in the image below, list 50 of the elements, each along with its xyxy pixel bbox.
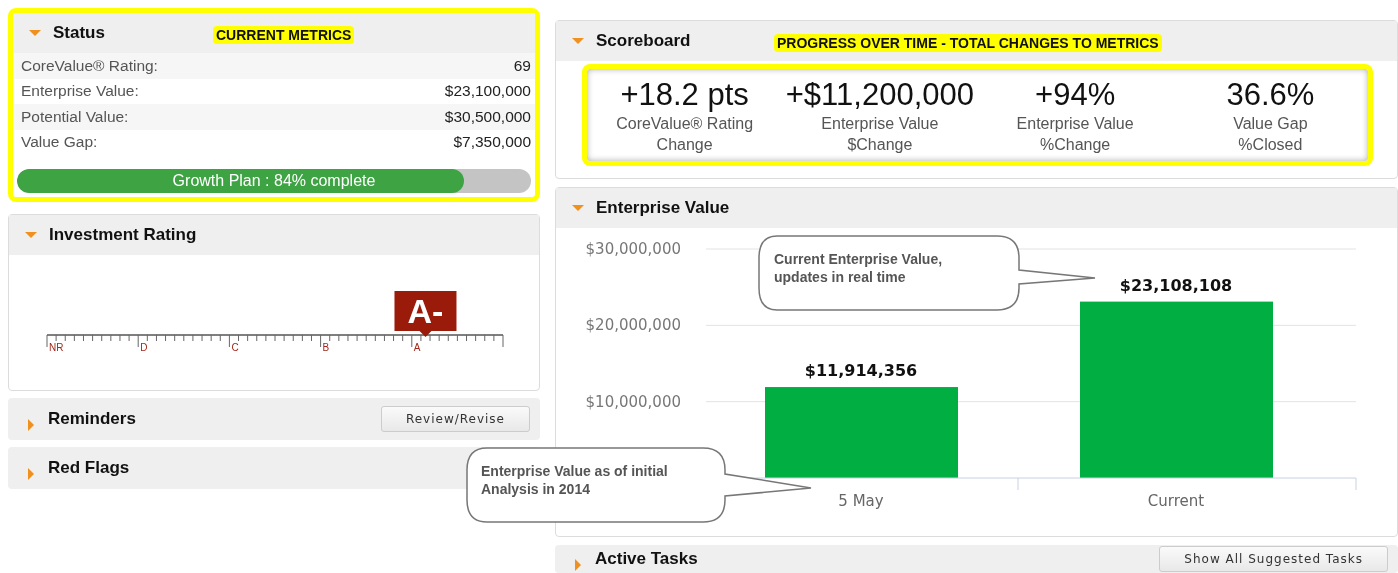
caret-icon[interactable]	[572, 205, 584, 211]
caret-icon[interactable]	[25, 232, 37, 238]
callout-text: Enterprise Value as of initial Analysis in 2014	[481, 462, 668, 498]
callout-text: Current Enterprise Value, updates in real time	[774, 250, 943, 286]
scale-label: B	[322, 342, 330, 353]
scale-label: NR	[49, 342, 64, 353]
annotation-label: PROGRESS OVER TIME - TOTAL CHANGES TO METRICS	[774, 34, 1162, 52]
metric-label: CoreValue® Rating:	[21, 56, 158, 75]
show-tasks-button[interactable]: Show All Suggested Tasks	[1159, 546, 1388, 572]
metric-caption: Enterprise Value %Change	[1016, 114, 1134, 155]
metric-value: $7,350,000	[453, 133, 531, 152]
axis-label: Current	[1147, 492, 1205, 510]
panel-title: Investment Rating	[49, 225, 197, 245]
caret-icon[interactable]	[29, 30, 41, 36]
metric-caption: Value Gap %Closed	[1233, 114, 1308, 155]
progress-label: Growth Plan : 84% complete	[171, 172, 377, 190]
annotation-label: CURRENT METRICS	[213, 26, 355, 44]
panel-title: Reminders	[48, 409, 136, 429]
metric-label: Enterprise Value:	[21, 82, 139, 101]
scale-label: D	[140, 342, 148, 353]
metric-value: +$11,200,000	[785, 77, 974, 113]
rating-grade: A-	[407, 292, 444, 330]
scale-label: A	[413, 342, 421, 353]
metric-caption: CoreValue® Rating Change	[616, 114, 754, 155]
value-label: $11,914,356	[804, 361, 918, 381]
metric-caption: Enterprise Value $Change	[821, 114, 939, 155]
axis-label: $20,000,000	[585, 316, 681, 335]
metric-value: $23,100,000	[444, 82, 531, 101]
caret-icon[interactable]	[28, 419, 34, 431]
panel-title: Status	[53, 23, 105, 43]
scale-label: C	[231, 342, 239, 353]
axis-label: $30,000,000	[585, 240, 681, 258]
metric-value: +18.2 pts	[620, 77, 749, 113]
metric-value: 69	[513, 56, 531, 75]
review-button[interactable]: Review/Revise	[380, 406, 530, 432]
panel-title: Enterprise Value	[596, 198, 730, 218]
metric-value: +94%	[1035, 77, 1116, 113]
panel-title: Scoreboard	[596, 31, 691, 51]
axis-label: 5 May	[838, 492, 884, 510]
metric-value: 36.6%	[1226, 77, 1315, 113]
panel-title: Active Tasks	[595, 549, 698, 569]
caret-icon[interactable]	[575, 559, 581, 571]
caret-icon[interactable]	[572, 38, 584, 44]
metric-label: Potential Value:	[21, 107, 129, 126]
metric-value: $30,500,000	[444, 107, 531, 126]
value-label: $23,108,108	[1119, 275, 1233, 295]
caret-icon[interactable]	[28, 468, 34, 480]
metric-label: Value Gap:	[21, 133, 98, 152]
axis-label: $10,000,000	[585, 392, 681, 411]
panel-title: Red Flags	[48, 458, 130, 478]
